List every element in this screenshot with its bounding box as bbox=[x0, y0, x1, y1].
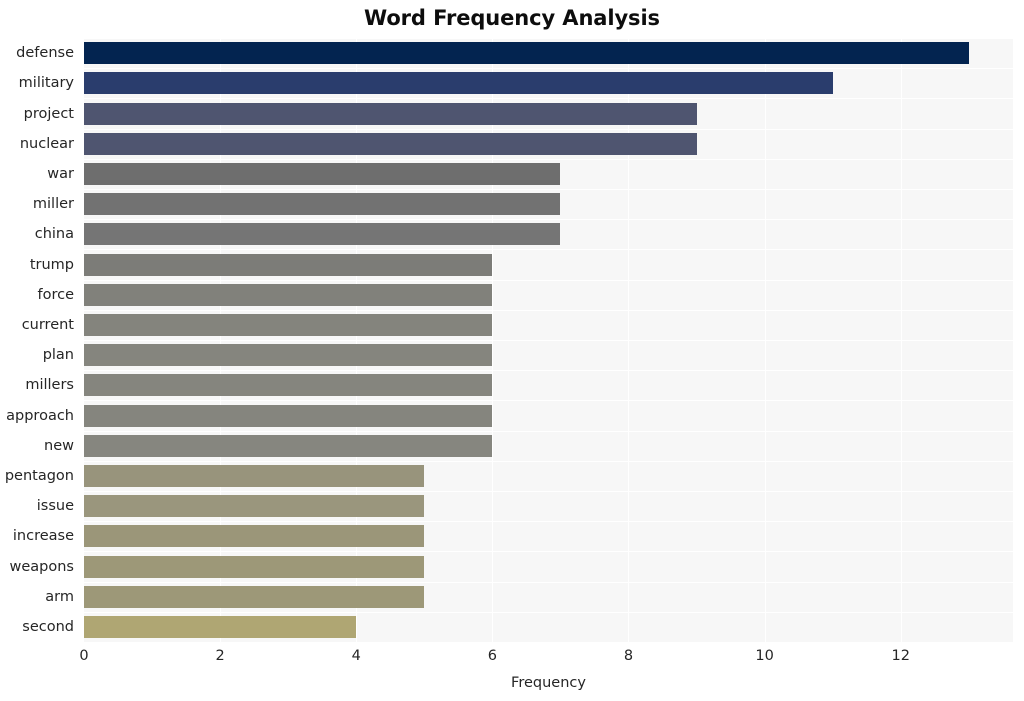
bar-trump bbox=[84, 253, 493, 276]
bar-row bbox=[84, 525, 1013, 548]
bar-military bbox=[84, 72, 833, 95]
bar-row bbox=[84, 464, 1013, 487]
bar-row bbox=[84, 495, 1013, 518]
bar-nuclear bbox=[84, 132, 697, 155]
gridline-horizontal bbox=[84, 430, 1013, 432]
x-tick-label-4: 4 bbox=[351, 648, 361, 664]
x-axis-ticks: 0 2 4 6 8 10 12 bbox=[79, 642, 1013, 672]
bar-row bbox=[84, 615, 1013, 638]
gridline-horizontal bbox=[84, 521, 1013, 523]
y-tick-label-war: war bbox=[47, 165, 74, 182]
y-tick-label-arm: arm bbox=[45, 588, 74, 605]
bar-row bbox=[84, 434, 1013, 457]
gridline-horizontal bbox=[84, 158, 1013, 160]
gridline-horizontal bbox=[84, 98, 1013, 100]
gridline-horizontal bbox=[84, 128, 1013, 130]
bar-project bbox=[84, 102, 697, 125]
bar-row bbox=[84, 253, 1013, 276]
x-tick-label-6: 6 bbox=[487, 648, 497, 664]
y-tick-label-force: force bbox=[37, 286, 74, 303]
bar-weapons bbox=[84, 555, 425, 578]
y-tick-label-trump: trump bbox=[29, 256, 74, 273]
word-frequency-chart: Word Frequency Analysis defense military p… bbox=[0, 0, 1024, 701]
gridline-horizontal bbox=[84, 400, 1013, 402]
y-tick-label-issue: issue bbox=[36, 498, 74, 515]
gridline-horizontal bbox=[84, 249, 1013, 251]
x-tick-label-8: 8 bbox=[623, 648, 634, 664]
x-axis-title: Frequency bbox=[511, 675, 586, 691]
y-tick-label-approach: approach bbox=[6, 407, 74, 424]
bar-current bbox=[84, 313, 493, 336]
bar-pentagon bbox=[84, 464, 425, 487]
bar-row bbox=[84, 374, 1013, 397]
x-tick-label-0: 0 bbox=[79, 648, 89, 664]
y-tick-label-miller: miller bbox=[32, 196, 74, 213]
gridline-horizontal bbox=[84, 370, 1013, 372]
bar-row bbox=[84, 404, 1013, 427]
gridline-horizontal bbox=[84, 309, 1013, 311]
y-tick-label-new: new bbox=[44, 437, 74, 454]
y-tick-label-defense: defense bbox=[16, 45, 74, 62]
bar-row bbox=[84, 42, 1013, 65]
plot-area bbox=[84, 38, 1013, 643]
y-tick-label-current: current bbox=[21, 316, 74, 333]
bar-row bbox=[84, 585, 1013, 608]
bar-row bbox=[84, 72, 1013, 95]
bar-row bbox=[84, 313, 1013, 336]
x-tick-label-2: 2 bbox=[215, 648, 225, 664]
bar-defense bbox=[84, 42, 969, 65]
gridline-horizontal bbox=[84, 551, 1013, 553]
chart-title: Word Frequency Analysis bbox=[364, 6, 660, 30]
y-tick-label-nuclear: nuclear bbox=[19, 135, 74, 152]
bar-row bbox=[84, 162, 1013, 185]
bar-row bbox=[84, 555, 1013, 578]
y-tick-label-second: second bbox=[22, 618, 74, 635]
gridline-horizontal bbox=[84, 68, 1013, 70]
y-tick-label-pentagon: pentagon bbox=[4, 467, 74, 484]
y-tick-label-weapons: weapons bbox=[9, 558, 75, 575]
bar-china bbox=[84, 223, 561, 246]
bar-row bbox=[84, 344, 1013, 367]
y-tick-label-military: military bbox=[18, 75, 74, 92]
y-tick-label-increase: increase bbox=[12, 528, 74, 545]
bar-millers bbox=[84, 374, 493, 397]
gridline-horizontal bbox=[84, 38, 1013, 39]
x-tick-label-12: 12 bbox=[891, 648, 910, 664]
bar-miller bbox=[84, 193, 561, 216]
bar-row bbox=[84, 223, 1013, 246]
gridline-horizontal bbox=[84, 340, 1013, 341]
y-tick-label-project: project bbox=[23, 105, 74, 122]
bar-row bbox=[84, 132, 1013, 155]
y-tick-label-china: china bbox=[34, 226, 74, 243]
bar-issue bbox=[84, 495, 425, 518]
gridline-horizontal bbox=[84, 581, 1013, 583]
gridline-horizontal bbox=[84, 460, 1013, 462]
y-tick-label-millers: millers bbox=[25, 377, 74, 394]
bar-increase bbox=[84, 525, 425, 548]
x-tick-label-10: 10 bbox=[755, 648, 774, 664]
y-tick-label-plan: plan bbox=[42, 347, 74, 364]
bar-plan bbox=[84, 344, 493, 367]
y-axis-labels: defense military project nuclear war miller ch… bbox=[0, 38, 84, 642]
bar-new bbox=[84, 434, 493, 457]
bar-arm bbox=[84, 585, 425, 608]
bar-approach bbox=[84, 404, 493, 427]
gridline-horizontal bbox=[84, 219, 1013, 221]
gridline-horizontal bbox=[84, 491, 1013, 492]
gridline-horizontal bbox=[84, 611, 1013, 613]
bar-row bbox=[84, 283, 1013, 306]
bar-row bbox=[84, 193, 1013, 216]
bar-row bbox=[84, 102, 1013, 125]
bar-second bbox=[84, 615, 357, 638]
gridline-horizontal bbox=[84, 279, 1013, 281]
bar-war bbox=[84, 162, 561, 185]
gridline-horizontal bbox=[84, 189, 1013, 190]
bar-force bbox=[84, 283, 493, 306]
